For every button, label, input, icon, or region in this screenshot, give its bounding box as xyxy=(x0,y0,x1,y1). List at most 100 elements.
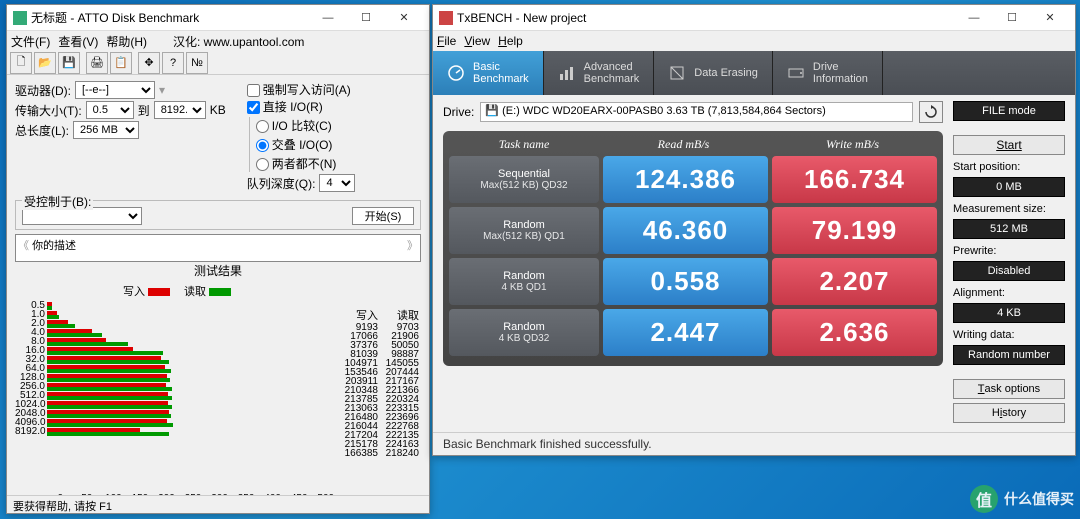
align-label: Alignment: xyxy=(953,287,1065,299)
meassize-label: Measurement size: xyxy=(953,203,1065,215)
meassize-value[interactable]: 512 MB xyxy=(953,219,1065,239)
wdata-label: Writing data: xyxy=(953,329,1065,341)
io-neither-radio[interactable]: 两者都不(N) xyxy=(256,155,337,172)
atto-chart: 写入 读取 0.5 1.0 2.0 4.0 8.0 16.0 32.0 xyxy=(15,283,339,495)
th-read: Read mB/s xyxy=(599,137,768,152)
menu-file[interactable]: 文件(F) xyxy=(11,33,50,50)
start-button[interactable]: Start xyxy=(953,135,1065,155)
transfer-from-select[interactable]: 0.5 xyxy=(86,101,134,119)
read-value: 46.360 xyxy=(603,207,768,254)
chart-row: 2.0 xyxy=(47,319,339,328)
chart-row: 256.0 xyxy=(47,382,339,391)
wdata-value[interactable]: Random number xyxy=(953,345,1065,365)
prewrite-label: Prewrite: xyxy=(953,245,1065,257)
queue-select[interactable]: 4 xyxy=(319,174,355,192)
startpos-label: Start position: xyxy=(953,161,1065,173)
filemode-button[interactable]: FILE mode xyxy=(953,101,1065,121)
chart-row: 128.0 xyxy=(47,373,339,382)
close-button[interactable]: ✕ xyxy=(385,7,423,29)
menu-view[interactable]: 查看(V) xyxy=(58,33,98,50)
benchmark-row: Random4 KB QD32 2.447 2.636 xyxy=(449,309,937,356)
chart-row: 0.5 xyxy=(47,301,339,310)
menu-help[interactable]: Help xyxy=(498,34,523,48)
copy-icon[interactable]: 📋 xyxy=(110,52,132,74)
txb-status: Basic Benchmark finished successfully. xyxy=(433,432,1075,455)
help-icon[interactable]: ? xyxy=(162,52,184,74)
menu-view[interactable]: View xyxy=(464,34,490,48)
data-row: 166385218240 xyxy=(339,449,421,458)
drive-select[interactable]: 💾 (E:) WDC WD20EARX-00PASB0 3.63 TB (7,8… xyxy=(480,102,913,122)
benchmark-row: SequentialMax(512 KB) QD32 124.386 166.7… xyxy=(449,156,937,203)
chart-row: 1.0 xyxy=(47,310,339,319)
chevron-left-icon: 《 xyxy=(18,240,29,252)
open-icon[interactable]: 📂 xyxy=(34,52,56,74)
new-icon[interactable]: 🗋 xyxy=(10,52,32,74)
minimize-button[interactable]: — xyxy=(309,7,347,29)
start-button[interactable]: 开始(S) xyxy=(352,207,414,225)
txb-sidebar: FILE mode Start Start position: 0 MB Mea… xyxy=(953,101,1065,426)
read-swatch xyxy=(209,288,231,296)
task-options-button[interactable]: Task options xyxy=(953,379,1065,399)
minimize-button[interactable]: — xyxy=(955,7,993,29)
to-label: 到 xyxy=(138,102,150,119)
length-label: 总长度(L): xyxy=(15,122,69,139)
drive-dropdown-icon[interactable]: ▾ xyxy=(159,83,165,97)
write-swatch xyxy=(148,288,170,296)
th-task: Task name xyxy=(449,137,599,152)
txb-titlebar[interactable]: TxBENCH - New project — ☐ ✕ xyxy=(433,5,1075,31)
maximize-button[interactable]: ☐ xyxy=(347,7,385,29)
read-value: 124.386 xyxy=(603,156,768,203)
tab-basic-benchmark[interactable]: Basic Benchmark xyxy=(433,51,544,95)
prewrite-value[interactable]: Disabled xyxy=(953,261,1065,281)
chart-row: 4.0 xyxy=(47,328,339,337)
atto-titlebar[interactable]: 无标题 - ATTO Disk Benchmark — ☐ ✕ xyxy=(7,5,429,31)
description-box[interactable]: 《 你的描述 》 xyxy=(15,234,421,262)
print-icon[interactable]: 🖨 xyxy=(86,52,108,74)
align-value[interactable]: 4 KB xyxy=(953,303,1065,323)
app-icon xyxy=(439,11,453,25)
chart-row: 2048.0 xyxy=(47,409,339,418)
task-name: RandomMax(512 KB) QD1 xyxy=(449,207,599,254)
force-checkbox[interactable]: 强制写入访问(A) xyxy=(247,81,351,98)
refresh-button[interactable] xyxy=(919,101,943,123)
save-icon[interactable]: 💾 xyxy=(58,52,80,74)
queue-label: 队列深度(Q): xyxy=(247,175,316,192)
io-overlap-radio[interactable]: 交叠 I/O(O) xyxy=(256,136,333,153)
chart-row: 64.0 xyxy=(47,364,339,373)
length-select[interactable]: 256 MB xyxy=(73,121,139,139)
menu-help[interactable]: 帮助(H) xyxy=(106,33,147,50)
legend-read: 读取 xyxy=(184,286,206,298)
about-icon[interactable]: № xyxy=(186,52,208,74)
erase-icon xyxy=(668,64,686,82)
chart-row: 4096.0 xyxy=(47,418,339,427)
watermark: 值 什么值得买 xyxy=(970,485,1074,513)
chart-row: 16.0 xyxy=(47,346,339,355)
tab-data-erasing[interactable]: Data Erasing xyxy=(654,51,773,95)
txb-tabs: Basic Benchmark Advanced Benchmark Data … xyxy=(433,51,1075,95)
menu-file[interactable]: File xyxy=(437,34,456,48)
atto-toolbar: 🗋 📂 💾 🖨 📋 ✥ ? № xyxy=(7,51,429,75)
read-value: 2.447 xyxy=(603,309,768,356)
atto-results: 写入 读取 0.5 1.0 2.0 4.0 8.0 16.0 32.0 xyxy=(15,283,421,495)
write-value: 2.207 xyxy=(772,258,937,305)
drive-select[interactable]: [--e--] xyxy=(75,81,155,99)
tab-advanced-benchmark[interactable]: Advanced Benchmark xyxy=(544,51,655,95)
history-button[interactable]: History xyxy=(953,403,1065,423)
txb-results-table: Task name Read mB/s Write mB/s Sequentia… xyxy=(443,131,943,366)
read-header: 读取 xyxy=(380,307,421,323)
move-icon[interactable]: ✥ xyxy=(138,52,160,74)
controlled-legend: 受控制于(B): xyxy=(22,193,93,210)
direct-checkbox[interactable]: 直接 I/O(R) xyxy=(247,98,323,115)
tab-drive-info[interactable]: Drive Information xyxy=(773,51,883,95)
close-button[interactable]: ✕ xyxy=(1031,7,1069,29)
benchmark-row: RandomMax(512 KB) QD1 46.360 79.199 xyxy=(449,207,937,254)
write-value: 2.636 xyxy=(772,309,937,356)
io-compare-radio[interactable]: I/O 比较(C) xyxy=(256,117,332,134)
atto-data-table: 写入 读取 9193970317066219063737650050810399… xyxy=(339,283,421,495)
maximize-button[interactable]: ☐ xyxy=(993,7,1031,29)
th-write: Write mB/s xyxy=(768,137,937,152)
app-icon xyxy=(13,11,27,25)
startpos-value[interactable]: 0 MB xyxy=(953,177,1065,197)
task-name: Random4 KB QD1 xyxy=(449,258,599,305)
transfer-to-select[interactable]: 8192.0 xyxy=(154,101,206,119)
